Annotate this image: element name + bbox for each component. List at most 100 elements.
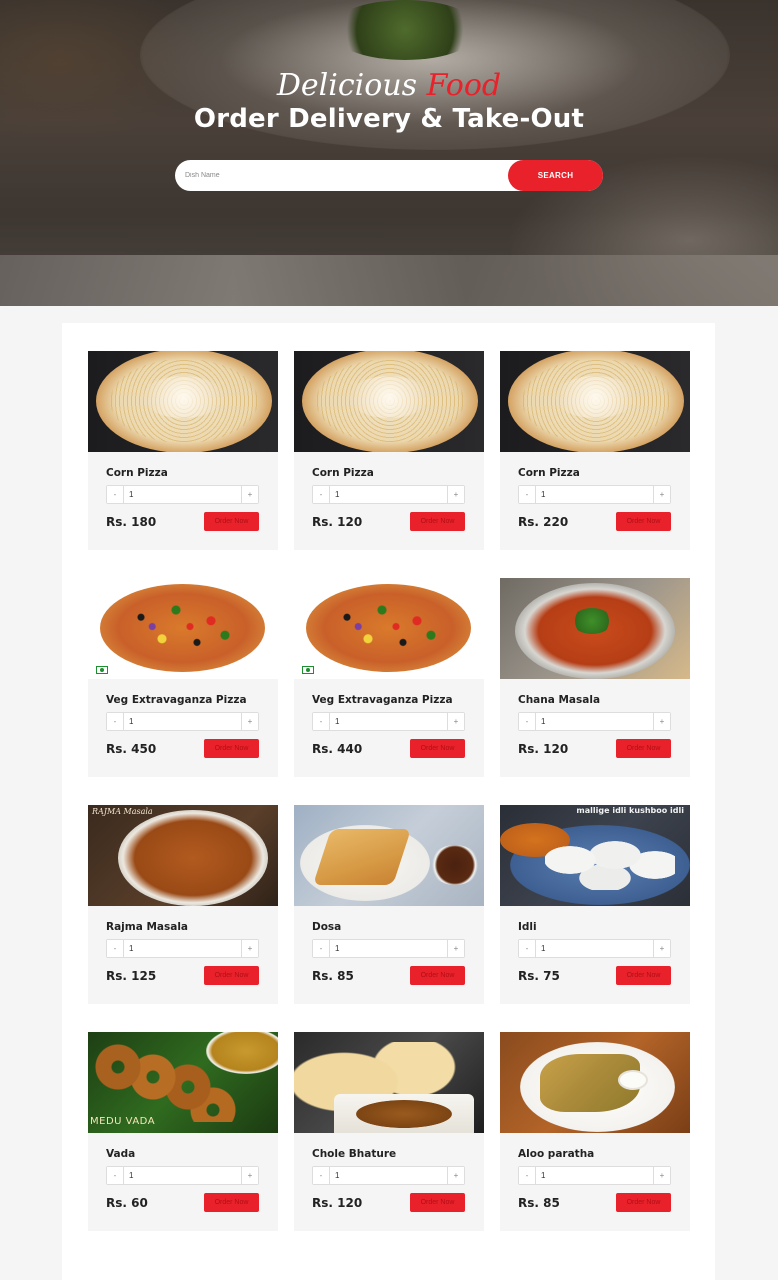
quantity-value[interactable]: 1	[335, 717, 339, 726]
corn-pizza-image[interactable]	[88, 351, 278, 452]
quantity-value[interactable]: 1	[129, 717, 133, 726]
dish-search-input[interactable]	[185, 165, 505, 186]
image-caption: RAJMA Masala	[92, 807, 153, 816]
hero-title-accent: Food	[426, 68, 502, 103]
quantity-stepper: - 1 +	[106, 939, 259, 958]
corn-pizza-image[interactable]	[294, 351, 484, 452]
decrease-quantity-button[interactable]: -	[313, 940, 330, 957]
order-now-button[interactable]: Order Now	[616, 739, 671, 758]
veg-mark-icon	[96, 666, 108, 674]
hero-banner: Delicious Food Order Delivery & Take-Out…	[0, 0, 778, 306]
order-now-button[interactable]: Order Now	[204, 966, 259, 985]
chole-bhature-image[interactable]	[294, 1032, 484, 1133]
dish-price: Rs. 120	[312, 1196, 363, 1210]
dish-name: Corn Pizza	[106, 467, 168, 479]
quantity-value[interactable]: 1	[541, 1171, 545, 1180]
dish-price: Rs. 120	[518, 742, 569, 756]
menu-card: Veg Extravaganza Pizza - 1 + Rs. 440 Ord…	[294, 578, 484, 777]
quantity-stepper: - 1 +	[312, 1166, 465, 1185]
decrease-quantity-button[interactable]: -	[107, 713, 124, 730]
increase-quantity-button[interactable]: +	[241, 486, 258, 503]
rajma-masala-image[interactable]: RAJMA Masala	[88, 805, 278, 906]
dish-name: Chole Bhature	[312, 1148, 397, 1160]
increase-quantity-button[interactable]: +	[653, 486, 670, 503]
increase-quantity-button[interactable]: +	[447, 940, 464, 957]
dish-price: Rs. 125	[106, 969, 157, 983]
quantity-value[interactable]: 1	[335, 944, 339, 953]
quantity-value[interactable]: 1	[129, 490, 133, 499]
dish-price: Rs. 440	[312, 742, 363, 756]
quantity-stepper: - 1 +	[312, 485, 465, 504]
dish-name: Aloo paratha	[518, 1148, 595, 1160]
quantity-value[interactable]: 1	[335, 1171, 339, 1180]
quantity-value[interactable]: 1	[541, 944, 545, 953]
hero-table-image	[0, 255, 778, 306]
decrease-quantity-button[interactable]: -	[519, 940, 536, 957]
image-caption: MEDU VADA	[90, 1116, 156, 1127]
quantity-stepper: - 1 +	[518, 1166, 671, 1185]
veg-pizza-image[interactable]	[294, 578, 484, 679]
decrease-quantity-button[interactable]: -	[313, 486, 330, 503]
decrease-quantity-button[interactable]: -	[519, 1167, 536, 1184]
decrease-quantity-button[interactable]: -	[313, 1167, 330, 1184]
dish-price: Rs. 450	[106, 742, 157, 756]
order-now-button[interactable]: Order Now	[616, 966, 671, 985]
menu-card: Corn Pizza - 1 + Rs. 120 Order Now	[294, 351, 484, 550]
order-now-button[interactable]: Order Now	[410, 1193, 465, 1212]
order-now-button[interactable]: Order Now	[616, 512, 671, 531]
menu-card: Corn Pizza - 1 + Rs. 180 Order Now	[88, 351, 278, 550]
decrease-quantity-button[interactable]: -	[313, 713, 330, 730]
quantity-value[interactable]: 1	[129, 944, 133, 953]
decrease-quantity-button[interactable]: -	[519, 486, 536, 503]
hero-subtitle: Order Delivery & Take-Out	[193, 104, 585, 134]
quantity-value[interactable]: 1	[335, 490, 339, 499]
order-now-button[interactable]: Order Now	[410, 512, 465, 531]
search-bar: SEARCH	[175, 160, 603, 191]
search-button[interactable]: SEARCH	[508, 160, 603, 191]
dosa-image[interactable]	[294, 805, 484, 906]
quantity-stepper: - 1 +	[312, 939, 465, 958]
corn-pizza-image[interactable]	[500, 351, 690, 452]
menu-card: Dosa - 1 + Rs. 85 Order Now	[294, 805, 484, 1004]
chana-masala-image[interactable]	[500, 578, 690, 679]
order-now-button[interactable]: Order Now	[204, 512, 259, 531]
dish-price: Rs. 85	[518, 1196, 560, 1210]
order-now-button[interactable]: Order Now	[410, 966, 465, 985]
dish-name: Veg Extravaganza Pizza	[312, 694, 453, 706]
quantity-value[interactable]: 1	[541, 490, 545, 499]
image-caption: mallige idli kushboo idli	[576, 806, 684, 815]
dish-name: Chana Masala	[518, 694, 601, 706]
order-now-button[interactable]: Order Now	[410, 739, 465, 758]
veg-pizza-image[interactable]	[88, 578, 278, 679]
quantity-value[interactable]: 1	[541, 717, 545, 726]
dish-price: Rs. 60	[106, 1196, 148, 1210]
order-now-button[interactable]: Order Now	[204, 739, 259, 758]
increase-quantity-button[interactable]: +	[241, 940, 258, 957]
decrease-quantity-button[interactable]: -	[107, 940, 124, 957]
menu-card: Corn Pizza - 1 + Rs. 220 Order Now	[500, 351, 690, 550]
menu-card: Chana Masala - 1 + Rs. 120 Order Now	[500, 578, 690, 777]
increase-quantity-button[interactable]: +	[653, 713, 670, 730]
increase-quantity-button[interactable]: +	[447, 713, 464, 730]
dish-name: Veg Extravaganza Pizza	[106, 694, 247, 706]
increase-quantity-button[interactable]: +	[241, 1167, 258, 1184]
increase-quantity-button[interactable]: +	[447, 1167, 464, 1184]
increase-quantity-button[interactable]: +	[241, 713, 258, 730]
hero-title-main: Delicious	[276, 68, 418, 103]
dish-name: Vada	[106, 1148, 136, 1160]
decrease-quantity-button[interactable]: -	[107, 1167, 124, 1184]
increase-quantity-button[interactable]: +	[653, 1167, 670, 1184]
increase-quantity-button[interactable]: +	[447, 486, 464, 503]
quantity-stepper: - 1 +	[312, 712, 465, 731]
order-now-button[interactable]: Order Now	[204, 1193, 259, 1212]
order-now-button[interactable]: Order Now	[616, 1193, 671, 1212]
quantity-value[interactable]: 1	[129, 1171, 133, 1180]
dish-name: Idli	[518, 921, 537, 933]
idli-image[interactable]: mallige idli kushboo idli	[500, 805, 690, 906]
decrease-quantity-button[interactable]: -	[107, 486, 124, 503]
menu-card: mallige idli kushboo idli Idli - 1 + Rs.…	[500, 805, 690, 1004]
aloo-paratha-image[interactable]	[500, 1032, 690, 1133]
vada-image[interactable]: MEDU VADA	[88, 1032, 278, 1133]
increase-quantity-button[interactable]: +	[653, 940, 670, 957]
decrease-quantity-button[interactable]: -	[519, 713, 536, 730]
